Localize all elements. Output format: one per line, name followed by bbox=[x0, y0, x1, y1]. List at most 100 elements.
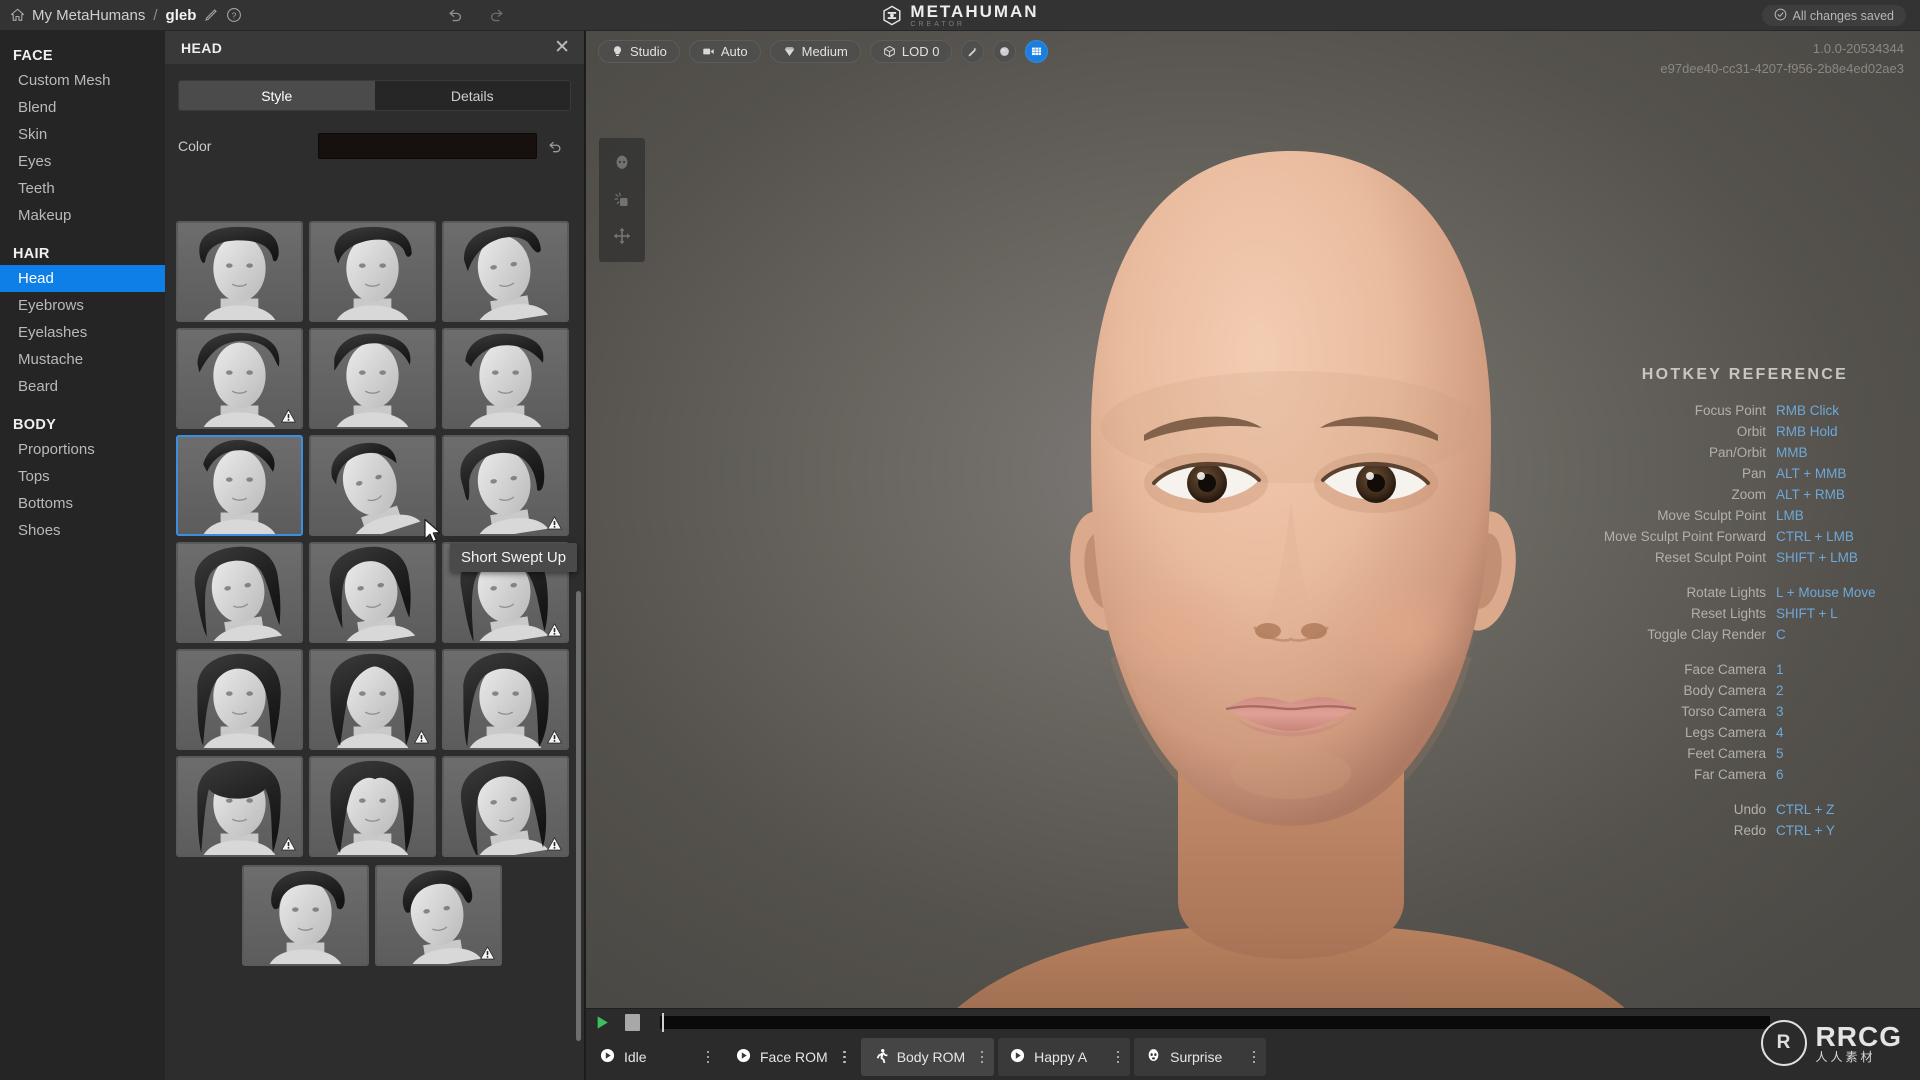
hotkey-row: Toggle Clay Render C bbox=[1604, 624, 1886, 645]
hotkey-label: Far Camera bbox=[1693, 767, 1766, 782]
hairstyle-thumbnail[interactable] bbox=[309, 221, 436, 322]
hairstyle-thumbnail[interactable] bbox=[309, 435, 436, 536]
play-triangle-icon[interactable] bbox=[594, 1014, 611, 1031]
tab-details[interactable]: Details bbox=[374, 81, 570, 110]
hotkey-key: 5 bbox=[1776, 746, 1784, 761]
animation-chip[interactable]: Idle bbox=[588, 1038, 720, 1076]
kebab-menu-icon[interactable] bbox=[1246, 1050, 1262, 1064]
close-icon[interactable]: ✕ bbox=[554, 38, 570, 57]
kebab-menu-icon[interactable] bbox=[837, 1050, 853, 1064]
sculpt-head-tool[interactable] bbox=[611, 153, 633, 175]
hairstyle-thumbnail[interactable] bbox=[309, 542, 436, 643]
breadcrumb-root[interactable]: My MetaHumans bbox=[32, 7, 145, 24]
sidebar-item-head[interactable]: Head bbox=[0, 265, 165, 292]
hairstyle-thumbnail[interactable] bbox=[442, 756, 569, 857]
clay-render-toggle[interactable] bbox=[961, 40, 985, 63]
animation-chip[interactable]: Happy A bbox=[998, 1038, 1131, 1076]
hairstyle-thumbnail[interactable] bbox=[309, 756, 436, 857]
hairstyle-thumbnail[interactable] bbox=[176, 649, 303, 750]
tab-style[interactable]: Style bbox=[179, 81, 375, 110]
kebab-menu-icon[interactable] bbox=[974, 1050, 990, 1064]
animation-chip[interactable]: Face ROM bbox=[724, 1038, 857, 1076]
hairstyle-thumbnail[interactable] bbox=[309, 328, 436, 429]
grid-toggle[interactable] bbox=[1025, 40, 1049, 63]
kebab-menu-icon[interactable] bbox=[1110, 1050, 1126, 1064]
hotkey-group-spacer bbox=[1604, 785, 1886, 799]
panel-tabs: Style Details bbox=[178, 80, 571, 111]
running-person-icon bbox=[873, 1048, 888, 1066]
camera-mode-button[interactable]: Auto bbox=[688, 40, 761, 63]
clay-icon bbox=[968, 47, 977, 57]
watermark-logo-icon: R bbox=[1760, 1020, 1807, 1066]
sidebar-item-eyelashes[interactable]: Eyelashes bbox=[0, 319, 165, 346]
sidebar-item-teeth[interactable]: Teeth bbox=[0, 175, 165, 202]
move-tool[interactable] bbox=[611, 225, 633, 247]
animation-chip[interactable]: Body ROM bbox=[860, 1038, 995, 1076]
sidebar-item-eyebrows[interactable]: Eyebrows bbox=[0, 292, 165, 319]
hotkey-label: Reset Lights bbox=[1690, 606, 1766, 621]
timeline-track[interactable] bbox=[660, 1012, 1770, 1032]
undo-arrow-icon[interactable] bbox=[446, 6, 464, 29]
app-logo: METAHUMAN CREATOR bbox=[881, 0, 1038, 31]
redo-arrow-icon[interactable] bbox=[488, 6, 506, 29]
hairstyle-thumbnail[interactable] bbox=[176, 435, 303, 536]
viewport[interactable]: Studio Auto Medium LOD 0 1.0.0-20534344 … bbox=[586, 31, 1920, 1080]
sidebar-item-proportions[interactable]: Proportions bbox=[0, 436, 165, 463]
sidebar-item-mustache[interactable]: Mustache bbox=[0, 346, 165, 373]
hotkey-row: Move Sculpt Point LMB bbox=[1604, 505, 1886, 526]
lod-level-button[interactable]: LOD 0 bbox=[869, 40, 953, 63]
hairstyle-thumbnail[interactable] bbox=[309, 649, 436, 750]
hairstyle-thumbnail[interactable] bbox=[442, 435, 569, 536]
lighting-preset-button[interactable]: Studio bbox=[598, 40, 680, 63]
animation-chip-label: Happy A bbox=[1034, 1049, 1088, 1065]
hairstyle-thumbnail[interactable] bbox=[242, 865, 369, 966]
sidebar-item-shoes[interactable]: Shoes bbox=[0, 517, 165, 544]
hairstyle-thumbnail[interactable] bbox=[176, 756, 303, 857]
home-icon[interactable] bbox=[10, 8, 25, 22]
animation-chip[interactable]: Surprise bbox=[1134, 1038, 1267, 1076]
hairstyle-preview bbox=[311, 758, 434, 855]
sidebar-item-blend[interactable]: Blend bbox=[0, 94, 165, 121]
hotkey-label: Face Camera bbox=[1684, 662, 1766, 677]
hotkey-key: CTRL + Z bbox=[1776, 802, 1835, 817]
timeline-transport bbox=[586, 1009, 1920, 1035]
cube-icon bbox=[884, 45, 895, 58]
sidebar-item-bottoms[interactable]: Bottoms bbox=[0, 490, 165, 517]
sidebar-item-tops[interactable]: Tops bbox=[0, 463, 165, 490]
help-circle-icon[interactable]: ? bbox=[226, 7, 242, 23]
sphere-toggle[interactable] bbox=[993, 40, 1017, 63]
hairstyle-thumbnail[interactable] bbox=[442, 649, 569, 750]
hairstyle-grid-scroll[interactable] bbox=[165, 213, 584, 1080]
hairstyle-thumbnail[interactable] bbox=[176, 221, 303, 322]
hairstyle-thumbnail[interactable] bbox=[176, 328, 303, 429]
reset-color-button[interactable] bbox=[537, 138, 571, 155]
kebab-menu-icon[interactable] bbox=[700, 1050, 716, 1064]
panel-scrollbar[interactable] bbox=[576, 591, 581, 1041]
lightbulb-icon bbox=[613, 46, 622, 56]
hairstyle-thumbnail[interactable] bbox=[176, 542, 303, 643]
hairstyle-grid-overflow bbox=[165, 865, 584, 974]
timeline-playhead[interactable] bbox=[662, 1012, 664, 1032]
hotkey-label: Undo bbox=[1733, 802, 1766, 817]
hotkey-row: Torso Camera 3 bbox=[1604, 701, 1886, 722]
sidebar-item-skin[interactable]: Skin bbox=[0, 121, 165, 148]
sidebar-item-beard[interactable]: Beard bbox=[0, 373, 165, 400]
hairstyle-thumbnail[interactable] bbox=[442, 221, 569, 322]
hairstyle-thumbnail[interactable] bbox=[375, 865, 502, 966]
sidebar-item-custom-mesh[interactable]: Custom Mesh bbox=[0, 67, 165, 94]
sidebar-item-eyes[interactable]: Eyes bbox=[0, 148, 165, 175]
watermark-sub: 人人素材 bbox=[1815, 1050, 1876, 1065]
asset-id: e97dee40-cc31-4207-f956-2b8e4ed02ae3 bbox=[1660, 61, 1904, 76]
color-swatch[interactable] bbox=[318, 133, 537, 159]
blend-tool[interactable] bbox=[611, 189, 633, 211]
pencil-icon[interactable] bbox=[203, 7, 219, 23]
hotkey-key: CTRL + LMB bbox=[1776, 529, 1854, 544]
sidebar-item-makeup[interactable]: Makeup bbox=[0, 202, 165, 229]
hairstyle-thumbnail[interactable] bbox=[442, 328, 569, 429]
stop-square-icon[interactable] bbox=[625, 1013, 640, 1031]
hotkey-row: Feet Camera 5 bbox=[1604, 743, 1886, 764]
hotkey-label: Move Sculpt Point Forward bbox=[1603, 529, 1766, 544]
quality-preset-button[interactable]: Medium bbox=[769, 40, 861, 63]
hotkey-key: CTRL + Y bbox=[1776, 823, 1835, 838]
hotkey-label: Toggle Clay Render bbox=[1647, 627, 1766, 642]
